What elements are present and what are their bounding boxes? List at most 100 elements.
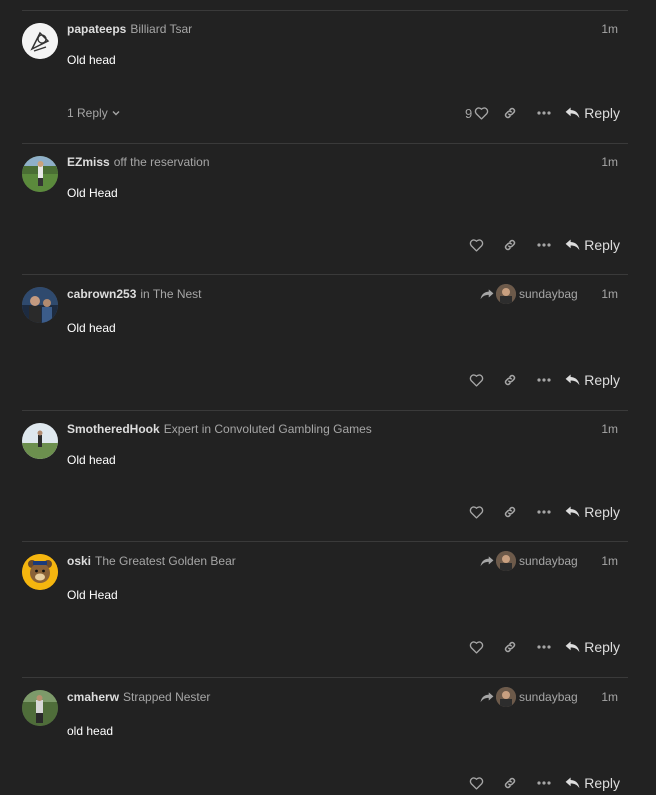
like-button[interactable] (459, 368, 493, 392)
user-avatar[interactable] (22, 156, 58, 192)
post-body: Old Head (67, 186, 118, 200)
copy-link-button[interactable] (493, 368, 527, 392)
reply-to-username: sundaybag (519, 554, 578, 568)
ellipsis-icon (537, 645, 551, 649)
reply-to-username: sundaybag (519, 287, 578, 301)
reply-arrow-icon (480, 556, 494, 567)
more-options-button[interactable] (527, 368, 561, 392)
reply-arrow-icon (480, 692, 494, 703)
post: EZmiss off the reservation 1m Old Head Re… (0, 144, 656, 274)
link-icon (505, 641, 516, 653)
like-button[interactable] (459, 635, 493, 659)
user-title: off the reservation (113, 155, 210, 169)
user-avatar[interactable] (22, 554, 58, 590)
ellipsis-icon (537, 378, 551, 382)
post-time[interactable]: 1m (601, 554, 618, 568)
post: papateeps Billiard Tsar 1m Old head 1 Rep… (0, 11, 656, 143)
reply-to-indicator[interactable]: sundaybag (480, 551, 578, 571)
reply-label: Reply (584, 372, 620, 388)
username[interactable]: oski (67, 554, 91, 568)
username[interactable]: cmaherw (67, 690, 119, 704)
reply-label: Reply (584, 504, 620, 520)
post-time[interactable]: 1m (601, 155, 618, 169)
user-title: Strapped Nester (123, 690, 211, 704)
post-body: Old head (67, 453, 116, 467)
link-icon (505, 107, 516, 119)
more-options-button[interactable] (527, 635, 561, 659)
ellipsis-icon (537, 781, 551, 785)
ellipsis-icon (537, 510, 551, 514)
more-options-button[interactable] (527, 101, 561, 125)
reply-to-indicator[interactable]: sundaybag (480, 687, 578, 707)
chevron-down-icon (112, 111, 120, 116)
post-time[interactable]: 1m (601, 690, 618, 704)
post: SmotheredHook Expert in Convoluted Gambli… (0, 411, 656, 541)
post-body: Old head (67, 321, 116, 335)
link-icon (505, 374, 516, 386)
post: cabrown253 in The Nest sundaybag 1m Old h… (0, 275, 656, 410)
reply-button[interactable]: Reply (565, 775, 620, 791)
reply-button[interactable]: Reply (565, 105, 620, 121)
post-time[interactable]: 1m (601, 287, 618, 301)
like-count: 9 (464, 105, 473, 121)
reply-button[interactable]: Reply (565, 504, 620, 520)
copy-link-button[interactable] (493, 771, 527, 795)
user-title: The Greatest Golden Bear (95, 554, 236, 568)
heart-icon (469, 374, 483, 387)
username[interactable]: SmotheredHook (67, 422, 160, 436)
heart-icon (474, 107, 489, 120)
heart-icon (469, 239, 483, 252)
post-stream: papateeps Billiard Tsar 1m Old head 1 Rep… (0, 0, 656, 795)
post-body: Old Head (67, 588, 118, 602)
post-time[interactable]: 1m (601, 22, 618, 36)
username[interactable]: papateeps (67, 22, 126, 36)
reply-arrow-icon (565, 777, 580, 789)
heart-icon (469, 506, 483, 519)
post: oski The Greatest Golden Bear sundaybag 1… (0, 542, 656, 677)
like-button[interactable]: 9 (465, 106, 493, 121)
username[interactable]: EZmiss (67, 155, 110, 169)
user-avatar[interactable] (22, 287, 58, 323)
reply-label: Reply (584, 639, 620, 655)
ellipsis-icon (537, 111, 551, 115)
link-icon (505, 239, 516, 251)
user-title: Expert in Convoluted Gambling Games (163, 422, 372, 436)
copy-link-button[interactable] (493, 635, 527, 659)
user-avatar[interactable] (22, 23, 58, 59)
reply-arrow-icon (565, 239, 580, 251)
show-replies-button[interactable]: 1 Reply (67, 106, 121, 120)
like-button[interactable] (459, 771, 493, 795)
more-options-button[interactable] (527, 500, 561, 524)
reply-button[interactable]: Reply (565, 372, 620, 388)
more-options-button[interactable] (527, 771, 561, 795)
reply-arrow-icon (480, 289, 494, 300)
more-options-button[interactable] (527, 233, 561, 257)
heart-icon (469, 641, 483, 654)
reply-button[interactable]: Reply (565, 639, 620, 655)
reply-to-indicator[interactable]: sundaybag (480, 284, 578, 304)
replies-count-label: 1 Reply (67, 106, 108, 120)
user-avatar[interactable] (22, 423, 58, 459)
reply-arrow-icon (565, 374, 580, 386)
user-avatar[interactable] (22, 690, 58, 726)
username[interactable]: cabrown253 (67, 287, 136, 301)
copy-link-button[interactable] (493, 233, 527, 257)
user-title: Billiard Tsar (130, 22, 193, 36)
copy-link-button[interactable] (493, 500, 527, 524)
reply-label: Reply (584, 105, 620, 121)
copy-link-button[interactable] (493, 101, 527, 125)
like-button[interactable] (459, 233, 493, 257)
link-icon (505, 506, 516, 518)
reply-arrow-icon (565, 107, 580, 119)
reply-to-username: sundaybag (519, 690, 578, 704)
reply-to-avatar (496, 284, 516, 304)
reply-label: Reply (584, 237, 620, 253)
reply-to-avatar (496, 687, 516, 707)
reply-arrow-icon (565, 506, 580, 518)
heart-icon (469, 777, 483, 790)
ellipsis-icon (537, 243, 551, 247)
user-title: in The Nest (140, 287, 202, 301)
like-button[interactable] (459, 500, 493, 524)
post-time[interactable]: 1m (601, 422, 618, 436)
reply-button[interactable]: Reply (565, 237, 620, 253)
